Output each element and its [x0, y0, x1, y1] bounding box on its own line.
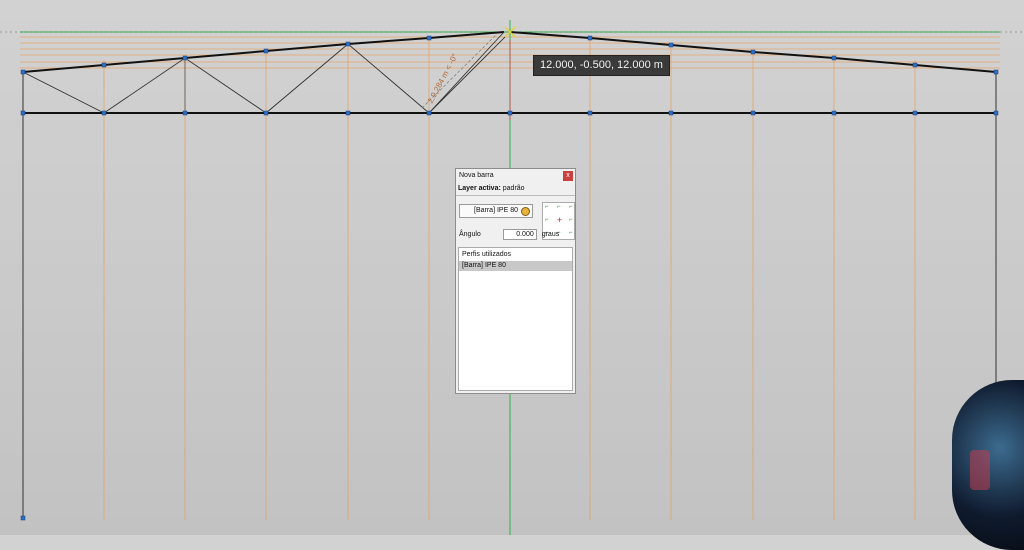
- used-profiles-list[interactable]: Perfis utilizados [Barra] IPE 80: [458, 247, 573, 391]
- list-item[interactable]: [Barra] IPE 80: [459, 261, 572, 271]
- dimension-label: 2.9,284 m < -0°: [426, 52, 460, 105]
- active-layer-label: Layer activa:: [458, 185, 501, 192]
- anchor-top-left-icon[interactable]: ⌐: [545, 204, 549, 210]
- active-layer: Layer activa: padrão: [456, 183, 575, 196]
- anchor-center-icon[interactable]: +: [557, 215, 562, 225]
- anchor-bottom-right-icon[interactable]: ⌐: [569, 230, 573, 236]
- angle-input[interactable]: 0.000: [502, 229, 537, 240]
- anchor-top-center-icon[interactable]: ⌐: [557, 204, 561, 210]
- dialog-title-bar[interactable]: Nova barra x: [456, 169, 575, 183]
- used-profiles-header: Perfis utilizados: [462, 251, 512, 258]
- angle-unit: graus: [541, 231, 560, 238]
- anchor-middle-right-icon[interactable]: ⌐: [569, 217, 573, 223]
- profile-picker-icon[interactable]: [521, 207, 530, 216]
- coordinate-tooltip: 12.000, -0.500, 12.000 m: [533, 55, 670, 76]
- dialog-title: Nova barra: [459, 172, 494, 179]
- webcam-overlay: [952, 380, 1024, 550]
- close-button[interactable]: x: [563, 171, 573, 181]
- profile-select-button[interactable]: [Barra] IPE 80: [459, 204, 533, 218]
- profile-button-label: [Barra] IPE 80: [474, 207, 518, 214]
- anchor-middle-left-icon[interactable]: ⌐: [545, 217, 549, 223]
- angle-label: Ângulo: [459, 231, 481, 238]
- anchor-top-right-icon[interactable]: ⌐: [569, 204, 573, 210]
- active-layer-value: padrão: [502, 185, 525, 192]
- new-bar-dialog: Nova barra x Layer activa: padrão [Barra…: [455, 168, 576, 394]
